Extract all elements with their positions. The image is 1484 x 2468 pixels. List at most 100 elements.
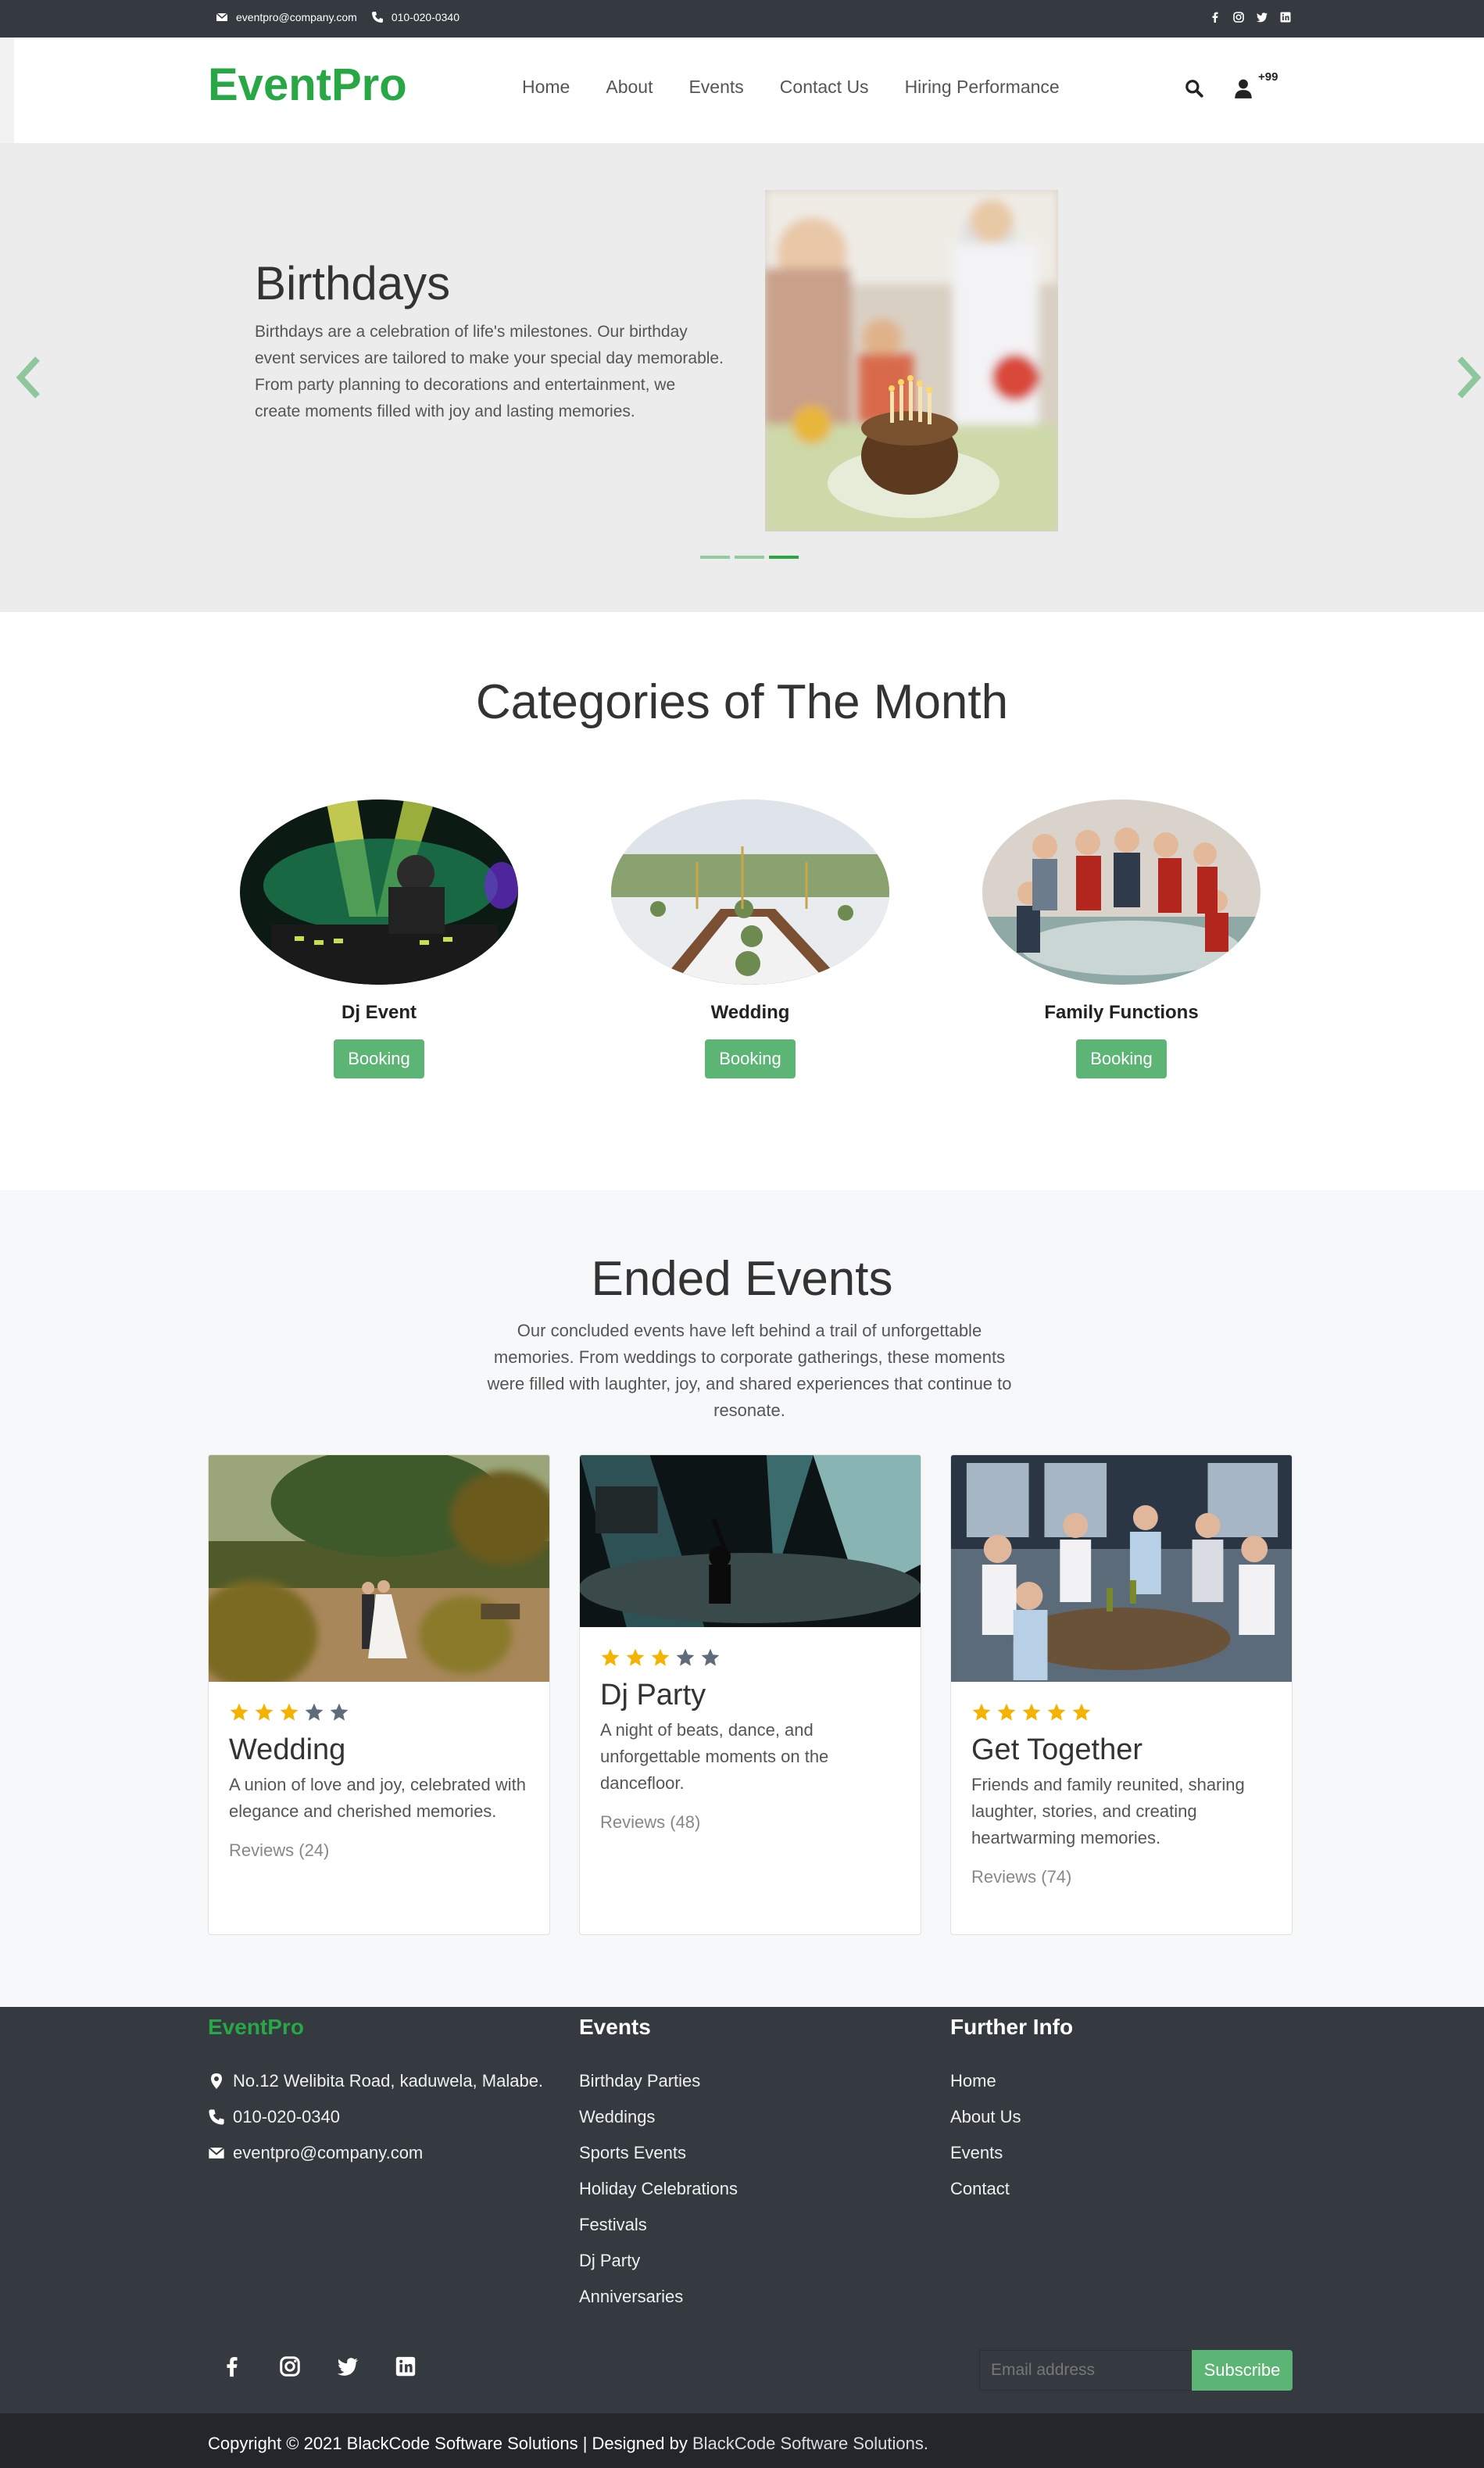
nav-about[interactable]: About: [606, 77, 653, 98]
wedding-image: [611, 799, 889, 985]
footer-info-link[interactable]: About Us: [950, 2107, 1073, 2127]
footer-info-link[interactable]: Home: [950, 2071, 1073, 2091]
star-icon: [701, 1648, 720, 1666]
facebook-icon[interactable]: [1209, 11, 1221, 23]
subscribe-form: Subscribe: [979, 2350, 1293, 2391]
top-social: [1209, 11, 1292, 23]
footer-brand[interactable]: EventPro: [208, 2015, 543, 2040]
footer-event-link[interactable]: Festivals: [579, 2215, 738, 2235]
nav-hiring-performance[interactable]: Hiring Performance: [905, 77, 1060, 98]
envelope-icon: [208, 2147, 225, 2159]
ended-events-lead: Our concluded events have left behind a …: [487, 1321, 1012, 1420]
booking-button[interactable]: Booking: [334, 1039, 424, 1078]
ended-events-section: Ended Events Our concluded events have l…: [0, 1190, 1484, 2007]
site-logo[interactable]: EventPro: [208, 59, 407, 111]
carousel-indicators: [700, 556, 799, 559]
footer-phone-row: 010-020-0340: [208, 2107, 543, 2127]
copyright-link[interactable]: BlackCode Software Solutions.: [692, 2434, 928, 2453]
star-icon: [1072, 1703, 1091, 1721]
footer-address-row: No.12 Welibita Road, kaduwela, Malabe.: [208, 2071, 543, 2091]
footer-email-row: eventpro@company.com: [208, 2143, 543, 2163]
star-icon: [676, 1648, 695, 1666]
birthday-image: [765, 190, 1058, 531]
carousel-indicator[interactable]: [735, 556, 764, 559]
footer-info-link[interactable]: Contact: [950, 2179, 1073, 2199]
rating-stars: [600, 1647, 900, 1668]
footer-info-link[interactable]: Events: [950, 2143, 1073, 2163]
star-icon: [651, 1648, 670, 1666]
dj-party-photo: [580, 1455, 921, 1627]
map-marker-icon: [211, 2073, 222, 2089]
phone-icon: [209, 2109, 224, 2125]
event-card[interactable]: Get Together Friends and family reunited…: [950, 1454, 1293, 1935]
carousel-prev-icon[interactable]: [14, 354, 45, 401]
top-bar: eventpro@company.com 010-020-0340: [0, 0, 1484, 38]
event-description: A night of beats, dance, and unforgettab…: [600, 1720, 829, 1793]
event-title[interactable]: Get Together: [971, 1733, 1271, 1767]
notification-badge: +99: [1258, 70, 1278, 84]
copyright-bar: Copyright © 2021 BlackCode Software Solu…: [0, 2413, 1484, 2468]
footer-info-title: Further Info: [950, 2015, 1074, 2039]
hero-title: Birthdays: [255, 257, 451, 309]
footer-events-column: Events Birthday Parties Weddings Sports …: [579, 2015, 738, 2323]
footer-event-link[interactable]: Holiday Celebrations: [579, 2179, 738, 2199]
footer-event-link[interactable]: Birthday Parties: [579, 2071, 738, 2091]
site-footer: EventPro No.12 Welibita Road, kaduwela, …: [0, 2007, 1484, 2413]
footer-event-link[interactable]: Anniversaries: [579, 2287, 738, 2307]
event-reviews[interactable]: Reviews (24): [229, 1840, 529, 1861]
booking-button[interactable]: Booking: [1076, 1039, 1167, 1078]
facebook-icon[interactable]: [220, 2355, 244, 2378]
event-title[interactable]: Dj Party: [600, 1679, 900, 1712]
user-icon[interactable]: [1233, 78, 1253, 100]
search-icon[interactable]: [1184, 78, 1204, 98]
copyright-text: Copyright © 2021 BlackCode Software Solu…: [208, 2434, 692, 2453]
star-icon: [626, 1648, 645, 1666]
star-icon: [1047, 1703, 1066, 1721]
star-icon: [972, 1703, 991, 1721]
star-icon: [255, 1703, 274, 1721]
carousel-next-icon[interactable]: [1452, 354, 1483, 401]
footer-event-link[interactable]: Weddings: [579, 2107, 738, 2127]
category-card: Family Functions Booking: [982, 799, 1261, 1078]
event-title[interactable]: Wedding: [229, 1733, 529, 1767]
category-name: Dj Event: [341, 1002, 417, 1023]
footer-event-link[interactable]: Sports Events: [579, 2143, 738, 2163]
footer-address: No.12 Welibita Road, kaduwela, Malabe.: [233, 2071, 544, 2091]
event-reviews[interactable]: Reviews (48): [600, 1812, 900, 1833]
hero-text: Birthdays are a celebration of life's mi…: [255, 323, 724, 420]
footer-contact-column: EventPro No.12 Welibita Road, kaduwela, …: [208, 2015, 543, 2179]
instagram-icon[interactable]: [1232, 11, 1245, 23]
twitter-icon[interactable]: [336, 2355, 359, 2378]
nav-home[interactable]: Home: [522, 77, 570, 98]
get-together-photo: [951, 1455, 1292, 1682]
star-icon: [1022, 1703, 1041, 1721]
twitter-icon[interactable]: [1256, 11, 1268, 23]
top-phone[interactable]: 010-020-0340: [392, 11, 460, 23]
event-card[interactable]: Wedding A union of love and joy, celebra…: [208, 1454, 550, 1935]
nav-events[interactable]: Events: [688, 77, 743, 98]
footer-info-column: Further Info Home About Us Events Contac…: [950, 2015, 1073, 2215]
event-card[interactable]: Dj Party A night of beats, dance, and un…: [579, 1454, 921, 1935]
nav-contact-us[interactable]: Contact Us: [780, 77, 869, 98]
footer-social: [220, 2355, 417, 2378]
subscribe-button[interactable]: Subscribe: [1192, 2350, 1293, 2391]
event-description: A union of love and joy, celebrated with…: [229, 1775, 526, 1821]
footer-email[interactable]: eventpro@company.com: [233, 2143, 423, 2163]
carousel-indicator-active[interactable]: [769, 556, 799, 559]
event-reviews[interactable]: Reviews (74): [971, 1867, 1271, 1887]
footer-phone[interactable]: 010-020-0340: [233, 2107, 340, 2127]
booking-button[interactable]: Booking: [705, 1039, 796, 1078]
footer-event-link[interactable]: Dj Party: [579, 2251, 738, 2271]
top-contact: eventpro@company.com 010-020-0340: [216, 11, 474, 23]
carousel-indicator[interactable]: [700, 556, 730, 559]
instagram-icon[interactable]: [278, 2355, 302, 2378]
rating-stars: [971, 1702, 1271, 1722]
categories-title: Categories of The Month: [475, 675, 1009, 729]
star-icon: [230, 1703, 249, 1721]
linkedin-icon[interactable]: [1279, 11, 1292, 23]
categories-section: Categories of The Month Dj Event Booking: [0, 612, 1484, 1190]
email-field[interactable]: [979, 2350, 1192, 2391]
hero-carousel: Birthdays Birthdays are a celebration of…: [0, 143, 1484, 612]
top-email[interactable]: eventpro@company.com: [236, 11, 357, 23]
linkedin-icon[interactable]: [394, 2355, 417, 2378]
